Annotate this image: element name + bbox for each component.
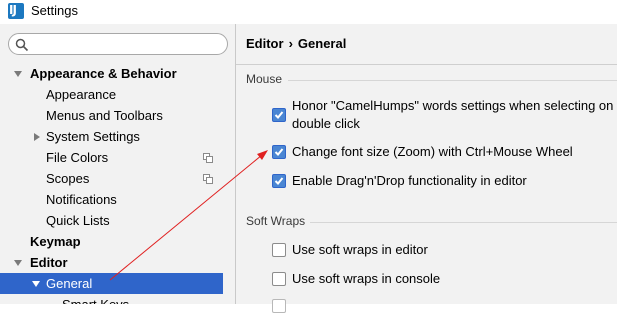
soft-wraps-editor-checkbox[interactable] <box>272 243 286 257</box>
zoom-font-label: Change font size (Zoom) with Ctrl+Mouse … <box>292 144 573 159</box>
expand-arrow-icon[interactable] <box>14 71 22 77</box>
section-divider <box>288 80 617 81</box>
intellij-app-icon: IJ <box>8 3 24 19</box>
tree-item-quick-lists[interactable]: Quick Lists <box>0 210 236 231</box>
check-icon <box>274 148 284 156</box>
tree-item-file-colors[interactable]: File Colors <box>0 147 236 168</box>
camelhumps-checkbox[interactable] <box>272 108 286 122</box>
project-settings-icon <box>203 174 213 184</box>
tree-item-smart-keys[interactable]: Smart Keys <box>0 294 236 304</box>
project-settings-icon <box>203 153 213 163</box>
tree-item-appearance-behavior[interactable]: Appearance & Behavior <box>0 63 236 84</box>
section-title-mouse: Mouse <box>246 72 283 86</box>
soft-wraps-console-label: Use soft wraps in console <box>292 271 441 286</box>
window-title: Settings <box>31 3 78 18</box>
partial-option-checkbox[interactable] <box>272 299 286 313</box>
collapse-arrow-icon[interactable] <box>34 133 40 141</box>
check-icon <box>274 111 284 119</box>
settings-main-panel: Editor › General Mouse Honor "CamelHumps" … <box>236 24 617 313</box>
camelhumps-label-line1: Honor "CamelHumps" words settings when s… <box>292 98 614 113</box>
tree-item-appearance[interactable]: Appearance <box>0 84 236 105</box>
tree-item-menus-toolbars[interactable]: Menus and Toolbars <box>0 105 236 126</box>
drag-drop-label: Enable Drag'n'Drop functionality in edit… <box>292 173 527 188</box>
tree-item-editor[interactable]: Editor <box>0 252 236 273</box>
tree-item-notifications[interactable]: Notifications <box>0 189 236 210</box>
section-divider <box>310 222 617 223</box>
breadcrumb-separator: › <box>288 36 293 51</box>
tree-item-keymap[interactable]: Keymap <box>0 231 236 252</box>
search-icon <box>15 38 29 52</box>
soft-wraps-console-checkbox[interactable] <box>272 272 286 286</box>
tree-item-scopes[interactable]: Scopes <box>0 168 236 189</box>
tree-item-system-settings[interactable]: System Settings <box>0 126 236 147</box>
drag-drop-checkbox[interactable] <box>272 174 286 188</box>
breadcrumb-parent: Editor <box>246 36 284 51</box>
tree-item-general[interactable]: General <box>0 273 223 294</box>
section-title-soft-wraps: Soft Wraps <box>246 214 306 228</box>
check-icon <box>274 177 284 185</box>
settings-search-input[interactable] <box>8 33 228 55</box>
camelhumps-label-line2: double click <box>292 116 360 131</box>
expand-arrow-icon[interactable] <box>14 260 22 266</box>
soft-wraps-editor-label: Use soft wraps in editor <box>292 242 428 257</box>
breadcrumb: Editor › General <box>236 24 617 65</box>
breadcrumb-current: General <box>297 36 347 51</box>
expand-arrow-icon[interactable] <box>32 281 40 287</box>
settings-sidebar: Appearance & Behavior Appearance Menus a… <box>0 24 236 304</box>
title-bar: IJ Settings <box>0 0 617 24</box>
zoom-font-checkbox[interactable] <box>272 145 286 159</box>
